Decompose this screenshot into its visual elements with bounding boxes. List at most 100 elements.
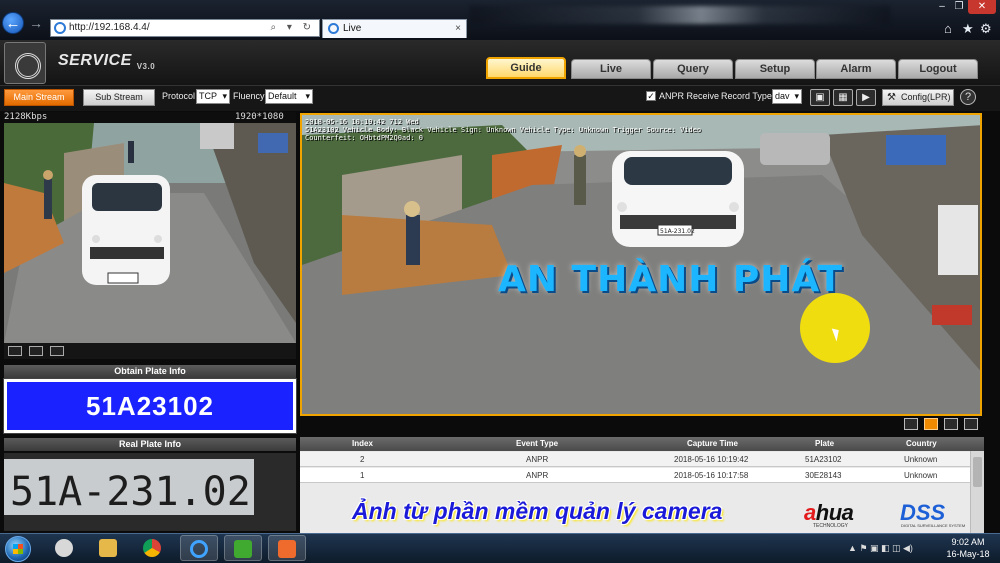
overlay-timestamp: 2018-05-16 10:19:42 712 Wed	[305, 118, 419, 126]
clock[interactable]: 9:02 AM 16-May-18	[938, 536, 998, 560]
maximize-icon[interactable]: ❐	[951, 0, 967, 14]
cell-time: 2018-05-16 10:19:42	[674, 455, 749, 464]
fullscreen-icon[interactable]	[50, 346, 64, 356]
tab-ie-icon	[328, 23, 339, 34]
settings-gear-icon[interactable]: ⚙	[980, 21, 992, 37]
anpr-receive-checkbox[interactable]: ✓	[646, 91, 656, 101]
tab-close-icon[interactable]: ×	[455, 20, 461, 38]
camtasia-green-icon	[234, 540, 252, 558]
video-caption: Ảnh từ phần mềm quản lý camera	[352, 498, 723, 524]
snapshot-icon[interactable]: ▣	[810, 89, 830, 106]
bitrate-readout: 2128Kbps	[4, 112, 48, 122]
cell-country: Unknown	[904, 471, 938, 480]
start-button-icon[interactable]	[5, 536, 31, 562]
cell-plate: 51A23102	[805, 455, 842, 464]
dss-tagline: DIGITAL SURVEILLANCE SYSTEM	[901, 523, 966, 528]
anpr-receive-label: ANPR Receive	[659, 91, 720, 101]
fullscreen-main-icon[interactable]	[964, 418, 978, 430]
main-view-icon[interactable]	[924, 418, 938, 430]
record-type-label: Record Type	[721, 91, 772, 101]
address-bar[interactable]: http://192.168.4.4/ ⌕ ▾ ↻	[50, 19, 320, 37]
app-title: SERVICE V3.0	[58, 52, 155, 71]
address-tools-icon[interactable]: ⌕ ▾ ↻	[270, 20, 315, 36]
taskbar-internet-explorer[interactable]	[180, 535, 218, 561]
fluency-select[interactable]: Default	[265, 89, 313, 104]
taskbar-snipping-tool[interactable]	[46, 535, 84, 561]
col-capture-time[interactable]: Capture Time	[687, 439, 738, 448]
main-video-view[interactable]: 51A-231.02 2018-05-16 10:19:42 712 Wed 5…	[300, 113, 982, 416]
tab-live[interactable]: Live	[571, 59, 651, 79]
cell-plate: 30E28143	[805, 471, 842, 480]
col-event-type[interactable]: Event Type	[516, 439, 558, 448]
cell-type: ANPR	[526, 471, 549, 480]
table-scrollbar[interactable]	[970, 451, 984, 533]
overlay-vehicle-info: 51A23102 Vehicle Body: Black Vehicle Sig…	[305, 126, 702, 134]
preview-controls-bar	[4, 343, 296, 359]
back-button[interactable]: ←	[2, 12, 24, 34]
ie-icon	[54, 22, 66, 34]
resolution-readout: 1920*1080	[235, 112, 284, 122]
grid-view-icon[interactable]	[944, 418, 958, 430]
main-stream-button[interactable]: Main Stream	[4, 89, 74, 106]
split-view-icon[interactable]	[29, 346, 43, 356]
scrollbar-thumb[interactable]	[973, 457, 982, 487]
brand-watermark: AN THÀNH PHÁT	[498, 259, 843, 300]
minimize-icon[interactable]: –	[934, 0, 950, 14]
clock-date: 16-May-18	[946, 549, 990, 559]
browser-tab-live[interactable]: Live ×	[322, 19, 467, 38]
clock-time: 9:02 AM	[951, 537, 985, 547]
taskbar-explorer[interactable]	[90, 535, 128, 561]
forward-button[interactable]: →	[27, 12, 45, 34]
taskbar-camtasia-recorder[interactable]	[224, 535, 262, 561]
dahua-tagline: TECHNOLOGY	[813, 523, 849, 529]
help-icon[interactable]: ?	[960, 89, 976, 105]
chrome-icon	[143, 539, 161, 557]
cell-country: Unknown	[904, 455, 938, 464]
camtasia-orange-icon	[278, 540, 296, 558]
table-row[interactable]: 1 ANPR 2018-05-16 10:17:58 30E28143 Unkn…	[300, 468, 970, 483]
sub-stream-button[interactable]: Sub Stream	[83, 89, 155, 106]
protocol-select[interactable]: TCP	[196, 89, 230, 104]
col-index[interactable]: Index	[352, 439, 373, 448]
blurred-background	[470, 6, 890, 24]
record-type-select[interactable]: dav	[772, 89, 802, 104]
cell-time: 2018-05-16 10:17:58	[674, 471, 749, 480]
col-country[interactable]: Country	[906, 439, 937, 448]
tab-query[interactable]: Query	[653, 59, 733, 79]
taskbar-chrome[interactable]	[134, 535, 172, 561]
system-tray-icons[interactable]: ▲ ⚑ ▣ ◧ ◫ ◀)	[848, 543, 913, 554]
table-row[interactable]: 2 ANPR 2018-05-16 10:19:42 51A23102 Unkn…	[300, 452, 970, 467]
cell-index: 2	[360, 455, 365, 464]
real-plate-text: 51A-231.02	[10, 469, 251, 515]
taskbar-camtasia-studio[interactable]	[268, 535, 306, 561]
favorites-star-icon[interactable]: ★	[962, 21, 974, 37]
window-layout-icon[interactable]	[8, 346, 22, 356]
record-camera-icon[interactable]: ▶	[856, 89, 876, 106]
close-window-icon[interactable]: ✕	[968, 0, 996, 14]
address-text: http://192.168.4.4/	[69, 22, 150, 33]
region-select-icon[interactable]: ▦	[833, 89, 853, 106]
wrench-icon: ⚒	[887, 92, 896, 103]
real-plate-image: 51A-231.02	[4, 453, 296, 531]
app-version: V3.0	[136, 62, 156, 72]
config-lpr-button[interactable]: ⚒ Config(LPR)	[882, 89, 954, 106]
tab-setup[interactable]: Setup	[735, 59, 815, 79]
real-plate-header: Real Plate Info	[4, 438, 296, 451]
car-plate-text: 51A-231.02	[660, 228, 695, 235]
fingerprint-logo-icon	[4, 42, 46, 84]
app-title-text: SERVICE	[58, 52, 132, 69]
scissors-icon	[55, 539, 73, 557]
home-icon[interactable]: ⌂	[944, 21, 952, 36]
col-plate[interactable]: Plate	[815, 439, 834, 448]
obtained-plate-number: 51A23102	[3, 378, 297, 434]
tab-title: Live	[343, 23, 362, 34]
tab-guide[interactable]: Guide	[486, 57, 566, 79]
street-scene-small	[4, 123, 296, 343]
dahua-logo-a: a	[804, 500, 816, 525]
folder-icon	[99, 539, 117, 557]
sub-video-preview[interactable]	[4, 123, 296, 343]
single-view-icon[interactable]	[904, 418, 918, 430]
tab-logout[interactable]: Logout	[898, 59, 978, 79]
cell-type: ANPR	[526, 455, 549, 464]
tab-alarm[interactable]: Alarm	[816, 59, 896, 79]
